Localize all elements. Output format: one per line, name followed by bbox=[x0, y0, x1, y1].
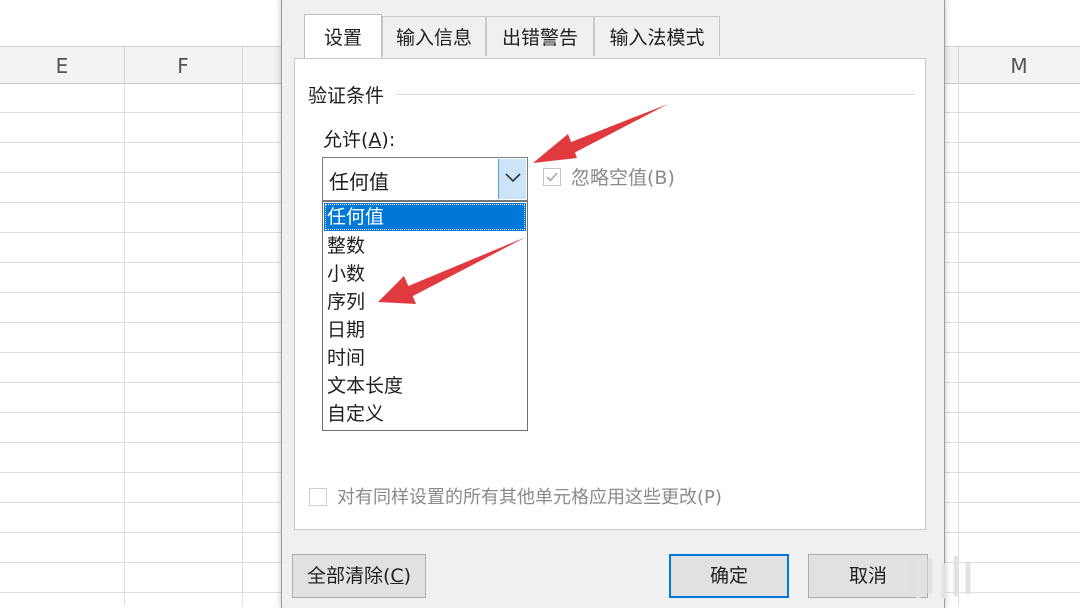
allow-label: 允许(A): bbox=[323, 129, 396, 151]
option-time[interactable]: 时间 bbox=[324, 344, 526, 372]
column-header-e[interactable]: E bbox=[0, 47, 125, 83]
option-whole-number[interactable]: 整数 bbox=[324, 232, 526, 260]
column-gridline bbox=[958, 82, 959, 606]
ignore-blank-label: 忽略空值(B) bbox=[571, 167, 675, 189]
group-divider bbox=[395, 94, 915, 95]
option-custom[interactable]: 自定义 bbox=[324, 400, 526, 428]
allow-combobox[interactable]: 任何值 bbox=[322, 157, 528, 201]
ok-button[interactable]: 确定 bbox=[669, 554, 789, 598]
tab-input-message[interactable]: 输入信息 bbox=[382, 16, 486, 56]
column-header-g[interactable] bbox=[242, 47, 282, 83]
validation-criteria-title: 验证条件 bbox=[308, 81, 393, 108]
ignore-blank-box[interactable] bbox=[543, 168, 561, 186]
column-gridline bbox=[124, 82, 125, 606]
apply-to-all-label: 对有同样设置的所有其他单元格应用这些更改(P) bbox=[337, 487, 722, 508]
option-text-length[interactable]: 文本长度 bbox=[324, 372, 526, 400]
settings-panel: 验证条件 允许(A): 任何值 忽略空值(B) 任何值 整数 小数 序列 日期 … bbox=[294, 58, 926, 530]
option-any-value[interactable]: 任何值 bbox=[324, 203, 526, 231]
option-decimal[interactable]: 小数 bbox=[324, 260, 526, 288]
watermark-logo bbox=[903, 555, 971, 599]
tab-ime-mode[interactable]: 输入法模式 bbox=[594, 16, 720, 56]
tab-settings[interactable]: 设置 bbox=[304, 14, 382, 58]
option-list[interactable]: 序列 bbox=[324, 288, 526, 316]
column-gridline bbox=[242, 82, 243, 606]
option-date[interactable]: 日期 bbox=[324, 316, 526, 344]
tab-error-alert[interactable]: 出错警告 bbox=[486, 16, 594, 56]
allow-dropdown-list[interactable]: 任何值 整数 小数 序列 日期 时间 文本长度 自定义 bbox=[322, 201, 528, 431]
clear-all-button[interactable]: 全部清除(C) bbox=[292, 554, 426, 598]
allow-combobox-value: 任何值 bbox=[329, 170, 389, 194]
apply-to-all-box[interactable] bbox=[309, 488, 327, 506]
column-header-l[interactable] bbox=[943, 47, 959, 83]
column-header-m[interactable]: M bbox=[958, 47, 1080, 83]
allow-dropdown-button[interactable] bbox=[498, 159, 526, 199]
column-header-f[interactable]: F bbox=[124, 47, 243, 83]
data-validation-dialog: 设置 输入信息 出错警告 输入法模式 验证条件 允许(A): 任何值 忽略空值(… bbox=[281, 0, 945, 608]
